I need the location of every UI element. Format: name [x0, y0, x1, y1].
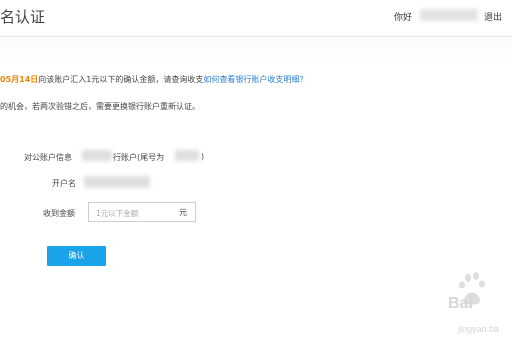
notice-line: 05月14日向该账户汇入1元以下的确认金额，请查询收支如何查看银行账户收支明细？	[0, 74, 307, 85]
watermark-sub: jingyan.ba	[457, 324, 499, 334]
amount-input[interactable]: 1元以下金额 元	[88, 202, 196, 222]
amount-unit: 元	[179, 208, 187, 217]
notice-text: 向该账户汇入1元以下的确认金额，请查询收支	[38, 75, 204, 84]
baidu-watermark: Bai jingyan.ba	[448, 272, 499, 334]
page-title: 名认证	[0, 8, 46, 26]
bank-name-label: 开户名	[52, 179, 76, 188]
amount-placeholder: 1元以下金额	[96, 209, 139, 218]
account-info-label: 对公账户信息	[24, 153, 72, 162]
help-link[interactable]: 如何查看银行账户收支明细？	[203, 75, 307, 84]
username-redacted	[420, 9, 478, 21]
account-info-value-mid: 行账户(尾号为	[113, 153, 165, 162]
greeting-text: 你好	[394, 13, 413, 23]
account-info-value-end: )	[201, 152, 205, 161]
confirm-button[interactable]: 确认	[47, 246, 106, 266]
watermark-brand: Bai	[448, 295, 473, 312]
amount-label: 收到金额	[43, 209, 75, 218]
bank-name-redacted	[84, 176, 150, 188]
account-tail-redacted	[175, 150, 199, 161]
header-shadow-band	[0, 38, 512, 60]
account-info-redacted	[82, 150, 112, 161]
logout-link[interactable]: 退出	[484, 10, 502, 23]
notice-date: 05月14日	[0, 75, 39, 84]
notice-line-2: 的机会，若两次验错之后，需要更换银行账户重新认证。	[0, 102, 200, 111]
top-bar: 名认证 你好 退出	[0, 0, 512, 37]
